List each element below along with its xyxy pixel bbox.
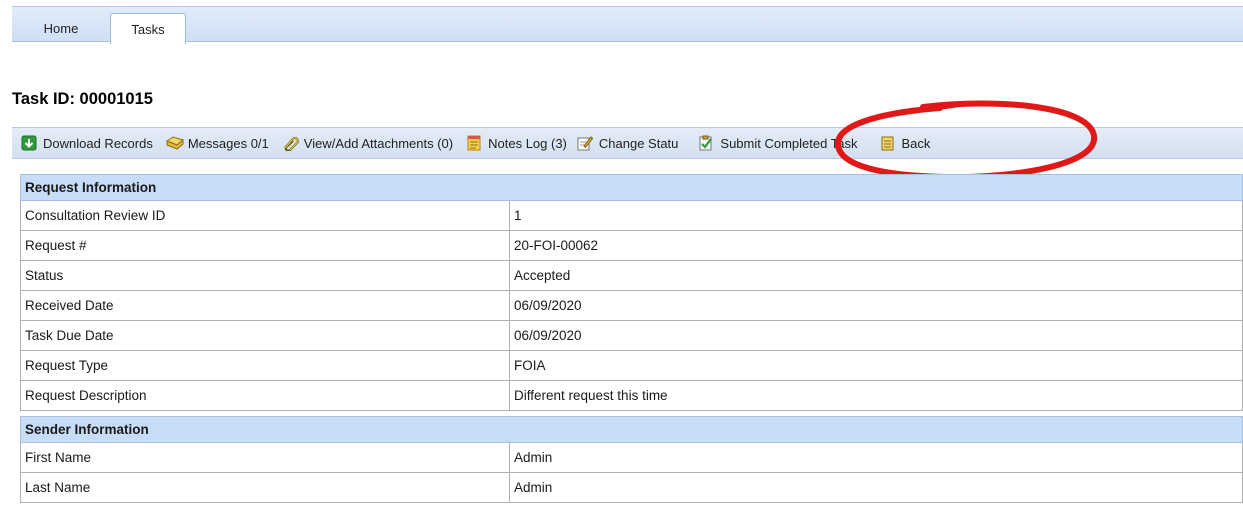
task-details-table: Request Information Consultation Review …: [20, 174, 1243, 503]
field-value: FOIA: [509, 350, 1243, 381]
field-label: Task Due Date: [20, 320, 510, 351]
table-row: Last Name Admin: [20, 472, 1243, 503]
field-value: Admin: [509, 472, 1243, 503]
notes-log-label: Notes Log (3): [488, 135, 567, 151]
field-label: Request #: [20, 230, 510, 261]
download-records-label: Download Records: [43, 135, 153, 151]
tab-bar: Home Tasks: [12, 6, 1243, 44]
field-label: First Name: [20, 442, 510, 473]
edit-icon: [577, 135, 594, 151]
back-icon: [879, 135, 895, 151]
change-status-label: Change Statu: [598, 135, 679, 151]
back-label: Back: [901, 135, 931, 151]
submit-completed-task-button[interactable]: Submit Completed Task: [698, 135, 857, 151]
field-value: Accepted: [509, 260, 1243, 291]
field-value: 1: [509, 200, 1243, 231]
notepad-icon: [466, 135, 482, 151]
attachments-label: View/Add Attachments (0): [303, 135, 454, 151]
download-icon: [21, 135, 37, 151]
field-label: Request Type: [20, 350, 510, 381]
field-value: 20-FOI-00062: [509, 230, 1243, 261]
back-button[interactable]: Back: [879, 135, 930, 151]
checklist-icon: [698, 135, 714, 151]
envelope-icon: [165, 135, 184, 151]
table-row: Task Due Date 06/09/2020: [20, 320, 1243, 351]
table-row: Request # 20-FOI-00062: [20, 230, 1243, 261]
field-value: 06/09/2020: [509, 290, 1243, 321]
field-label: Last Name: [20, 472, 510, 503]
submit-completed-task-label: Submit Completed Task: [720, 135, 858, 151]
field-value: 06/09/2020: [509, 320, 1243, 351]
tab-home[interactable]: Home: [22, 13, 100, 43]
table-row: Received Date 06/09/2020: [20, 290, 1243, 321]
change-status-button[interactable]: Change Statu: [577, 135, 679, 151]
field-label: Received Date: [20, 290, 510, 321]
field-label: Status: [20, 260, 510, 291]
table-row: Status Accepted: [20, 260, 1243, 291]
task-toolbar: Download Records Messages 0/1 View/Add A…: [12, 127, 1243, 159]
attachments-button[interactable]: View/Add Attachments (0): [282, 135, 454, 152]
field-label: Consultation Review ID: [20, 200, 510, 231]
field-label: Request Description: [20, 380, 510, 411]
table-row: Request Type FOIA: [20, 350, 1243, 381]
table-row: First Name Admin: [20, 442, 1243, 473]
page-title: Task ID: 00001015: [12, 90, 153, 108]
field-value: Different request this time: [509, 380, 1243, 411]
notes-log-button[interactable]: Notes Log (3): [466, 135, 567, 151]
sender-information-header: Sender Information: [20, 416, 1243, 443]
messages-label: Messages 0/1: [187, 135, 269, 151]
table-row: Consultation Review ID 1: [20, 200, 1243, 231]
request-information-header: Request Information: [20, 174, 1243, 201]
tab-tasks[interactable]: Tasks: [110, 13, 186, 44]
messages-button[interactable]: Messages 0/1: [165, 135, 269, 151]
section-heading: Request Information: [20, 174, 1243, 201]
section-heading: Sender Information: [20, 416, 1243, 443]
download-records-button[interactable]: Download Records: [21, 135, 153, 151]
paperclip-icon: [282, 135, 299, 152]
table-row: Request Description Different request th…: [20, 380, 1243, 411]
field-value: Admin: [509, 442, 1243, 473]
